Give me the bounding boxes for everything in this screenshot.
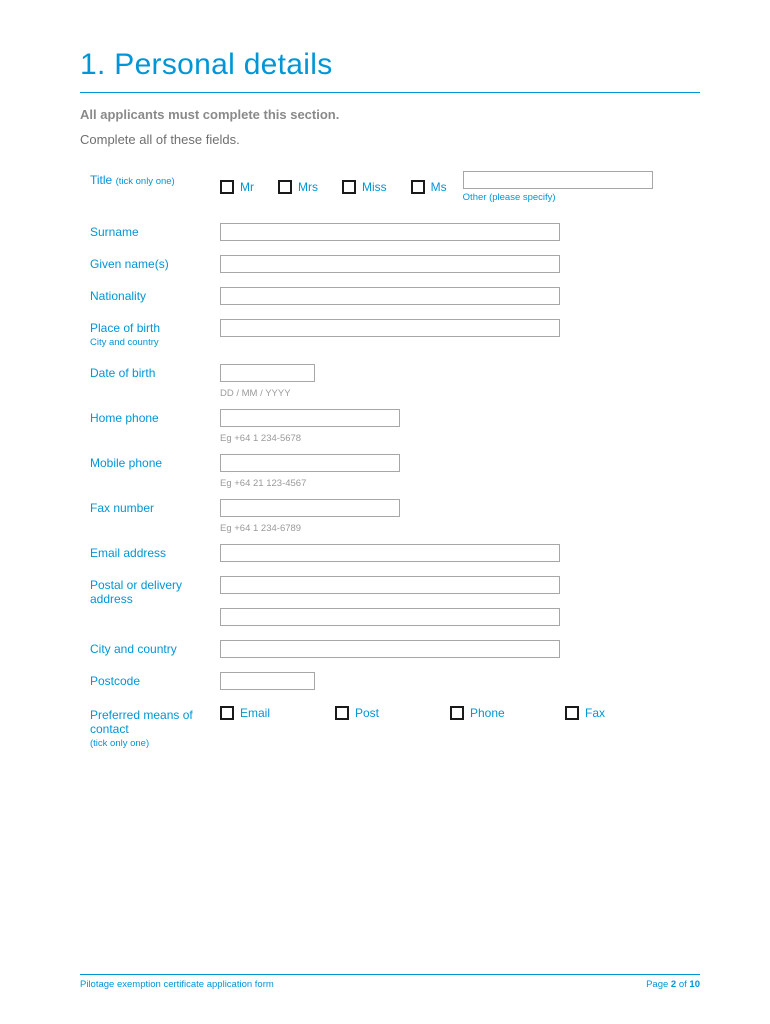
footer-page-num: 2	[671, 979, 676, 990]
postcode-input[interactable]	[220, 672, 315, 690]
title-row: Title (tick only one) Mr Mrs Miss	[90, 171, 700, 203]
pob-label: Place of birth	[90, 321, 160, 335]
home-phone-label: Home phone	[90, 411, 159, 425]
city-row: City and country	[90, 640, 700, 658]
contact-email-label: Email	[240, 706, 270, 720]
contact-row: Preferred means of contact (tick only on…	[90, 706, 700, 749]
pob-row: Place of birth City and country	[90, 319, 700, 348]
mobile-phone-hint: Eg +64 21 123-4567	[220, 478, 306, 489]
nationality-row: Nationality	[90, 287, 700, 305]
given-row: Given name(s)	[90, 255, 700, 273]
surname-label: Surname	[90, 225, 139, 239]
fax-hint: Eg +64 1 234-6789	[220, 523, 301, 534]
email-row: Email address	[90, 544, 700, 562]
contact-label: Preferred means of contact	[90, 708, 193, 736]
home-phone-hint: Eg +64 1 234-5678	[220, 433, 301, 444]
title-mrs-label: Mrs	[298, 180, 318, 194]
section-heading: 1. Personal details	[80, 48, 700, 82]
footer-form-title: Pilotage exemption certificate applicati…	[80, 979, 274, 990]
contact-post-label: Post	[355, 706, 379, 720]
postal-label: Postal or delivery address	[90, 578, 182, 606]
dob-hint: DD / MM / YYYY	[220, 388, 291, 399]
instruction-sub: Complete all of these fields.	[80, 132, 700, 147]
nationality-input[interactable]	[220, 287, 560, 305]
fax-label: Fax number	[90, 501, 154, 515]
email-label: Email address	[90, 546, 166, 560]
footer-rule	[80, 974, 700, 975]
home-phone-input[interactable]	[220, 409, 400, 427]
title-miss-checkbox[interactable]	[342, 180, 356, 194]
title-miss-label: Miss	[362, 180, 387, 194]
footer-page-total: 10	[689, 979, 700, 990]
postal-input-2[interactable]	[220, 608, 560, 626]
contact-fax-checkbox[interactable]	[565, 706, 579, 720]
pob-sublabel: City and country	[90, 337, 220, 348]
home-phone-row: Home phone Eg +64 1 234-5678	[90, 409, 700, 444]
surname-input[interactable]	[220, 223, 560, 241]
title-label: Title	[90, 173, 112, 187]
dob-input[interactable]	[220, 364, 315, 382]
footer-page-word: Page	[646, 979, 668, 990]
contact-fax-label: Fax	[585, 706, 605, 720]
given-input[interactable]	[220, 255, 560, 273]
dob-label: Date of birth	[90, 366, 155, 380]
contact-phone-checkbox[interactable]	[450, 706, 464, 720]
city-input[interactable]	[220, 640, 560, 658]
postcode-row: Postcode	[90, 672, 700, 690]
nationality-label: Nationality	[90, 289, 146, 303]
postcode-label: Postcode	[90, 674, 140, 688]
contact-phone-label: Phone	[470, 706, 505, 720]
city-label: City and country	[90, 642, 177, 656]
fax-row: Fax number Eg +64 1 234-6789	[90, 499, 700, 534]
footer-page-indicator: Page 2 of 10	[646, 979, 700, 990]
contact-post-checkbox[interactable]	[335, 706, 349, 720]
postal-input-1[interactable]	[220, 576, 560, 594]
email-input[interactable]	[220, 544, 560, 562]
mobile-phone-input[interactable]	[220, 454, 400, 472]
title-other-hint: Other (please specify)	[463, 192, 653, 203]
contact-tick-hint: (tick only one)	[90, 738, 220, 749]
postal-row: Postal or delivery address	[90, 576, 700, 626]
title-tick-hint: (tick only one)	[116, 176, 175, 187]
title-other-input[interactable]	[463, 171, 653, 189]
contact-email-checkbox[interactable]	[220, 706, 234, 720]
dob-row: Date of birth DD / MM / YYYY	[90, 364, 700, 399]
title-mr-checkbox[interactable]	[220, 180, 234, 194]
mobile-phone-label: Mobile phone	[90, 456, 162, 470]
page-footer: Pilotage exemption certificate applicati…	[80, 974, 700, 990]
surname-row: Surname	[90, 223, 700, 241]
footer-page-of: of	[679, 979, 687, 990]
title-ms-checkbox[interactable]	[411, 180, 425, 194]
heading-rule	[80, 92, 700, 93]
given-label: Given name(s)	[90, 257, 169, 271]
instruction-bold: All applicants must complete this sectio…	[80, 107, 700, 122]
mobile-phone-row: Mobile phone Eg +64 21 123-4567	[90, 454, 700, 489]
title-mrs-checkbox[interactable]	[278, 180, 292, 194]
pob-input[interactable]	[220, 319, 560, 337]
title-ms-label: Ms	[431, 180, 447, 194]
title-mr-label: Mr	[240, 180, 254, 194]
fax-input[interactable]	[220, 499, 400, 517]
